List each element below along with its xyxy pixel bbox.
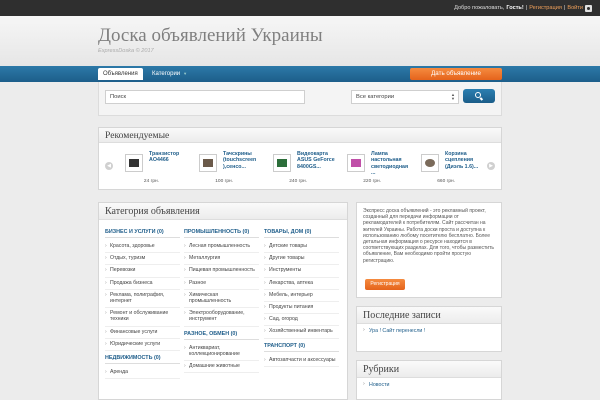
category-link[interactable]: Хозяйственный инвентарь [264,326,339,339]
category-link[interactable]: Металлургия [184,253,259,266]
category-link[interactable]: Юридические услуги [105,339,180,352]
about-text: Экспресс доска объявлений - это рекламны… [363,208,494,264]
item-price: 100 грн. [215,179,233,184]
category-link[interactable]: Лекарства, аптека [264,278,339,290]
categories-panel: Категория объявления БИЗНЕС И УСЛУГИ (0)… [98,202,348,400]
category-link[interactable]: Электрооборудование, инструмент [184,308,259,327]
category-link[interactable]: Другие товары [264,253,339,266]
register-link[interactable]: Регистрация [529,5,562,11]
item-thumbnail[interactable] [273,154,291,172]
category-link[interactable]: Детские товары [264,241,339,254]
item-price: 24 грн. [143,179,159,184]
rss-icon[interactable] [585,4,592,12]
category-column: ПРОМЫШЛЕННОСТЬ (0) Лесная промышленность… [184,229,259,374]
site-header: Доска объявлений Украины ExpressDoska © … [0,16,600,66]
category-link[interactable]: Пищевая промышленность [184,265,259,278]
select-arrows-icon: ▲ ▼ [451,92,455,101]
category-link[interactable]: Перевозки [105,265,180,278]
separator: | [563,5,566,11]
category-link[interactable]: Аренда [105,367,180,380]
category-heading[interactable]: РАЗНОЕ, ОБМЕН (0) [184,331,259,340]
rubrics-title: Рубрики [357,361,501,378]
featured-carousel: Рекомендуемые ◀ ▶ Транзистор AO4466 24 г… [98,127,502,190]
item-thumbnail[interactable] [199,154,217,172]
category-link[interactable]: Красота, здоровье [105,241,180,254]
category-link[interactable]: Продажа бизнеса [105,278,180,290]
login-link[interactable]: Войти [567,5,583,11]
category-link[interactable]: Финансовые услуги [105,327,180,339]
featured-item[interactable]: Тачскрины (touchscreen ),сенсо... 100 гр… [199,151,265,187]
item-thumbnail[interactable] [125,154,143,172]
user-links: Добро пожаловать, Гость! | Регистрация |… [452,3,592,13]
welcome-text: Добро пожаловать, [454,5,505,11]
category-link[interactable]: Отдых, туризм [105,253,180,266]
item-title[interactable]: Корзина сцепления (Диэль 1.6)... [445,151,487,170]
post-ad-button[interactable]: Дать объявление [410,68,502,80]
item-price: 220 грн. [363,179,381,184]
category-select[interactable]: Все категории ▲ ▼ [351,90,459,104]
item-thumbnail[interactable] [421,154,439,172]
category-column: БИЗНЕС И УСЛУГИ (0) Красота, здоровье От… [105,229,180,380]
tab-categories-label: Категории [152,71,181,77]
search-icon [475,92,481,98]
tab-ads[interactable]: Объявления [98,68,143,80]
top-bar: Добро пожаловать, Гость! | Регистрация |… [0,0,600,16]
category-link[interactable]: Ремонт и обслуживание техники [105,308,180,327]
category-link[interactable]: Домашние животные [184,361,259,374]
item-title[interactable]: Тачскрины (touchscreen ),сенсо... [223,151,265,170]
item-title[interactable]: Транзистор AO4466 [149,151,191,164]
category-link[interactable]: Реклама, полиграфия, интернет [105,290,180,309]
rubrics-widget: Рубрики Новости [356,360,502,400]
guest-name: Гость! [506,5,524,11]
category-link[interactable]: Лесная промышленность [184,241,259,254]
featured-item[interactable]: Транзистор AO4466 24 грн. [125,151,191,187]
categories-title: Категория объявления [99,203,347,220]
tab-categories[interactable]: Категории ▼ [147,68,192,80]
featured-item[interactable]: Лампа настольная светодиодная ... 220 гр… [347,151,413,187]
item-price: 660 грн. [437,179,455,184]
register-button[interactable]: Регистрация [365,279,405,290]
category-heading[interactable]: ТОВАРЫ, ДОМ (0) [264,229,339,238]
about-widget: Экспресс доска объявлений - это рекламны… [356,202,502,298]
search-bar: Поиск Все категории ▲ ▼ [98,82,502,116]
carousel-prev-icon[interactable]: ◀ [105,162,113,170]
category-heading[interactable]: ТРАНСПОРТ (0) [264,343,339,352]
recent-posts-widget: Последние записи Ура ! Сайт перенесли ! [356,306,502,352]
item-title[interactable]: Видеокарта ASUS GeForce 8400GS... [297,151,339,170]
rubric-link[interactable]: Новости [357,378,501,391]
category-heading[interactable]: НЕДВИЖИМОСТЬ (0) [105,355,180,365]
category-column: ТОВАРЫ, ДОМ (0) Детские товары Другие то… [264,229,339,367]
featured-item[interactable]: Корзина сцепления (Диэль 1.6)... 660 грн… [421,151,487,187]
item-price: 240 грн. [289,179,307,184]
category-link[interactable]: Антиквариат, коллекционирование [184,343,259,362]
featured-item[interactable]: Видеокарта ASUS GeForce 8400GS... 240 гр… [273,151,339,187]
category-link[interactable]: Инструменты [264,265,339,278]
recent-posts-title: Последние записи [357,307,501,324]
item-title[interactable]: Лампа настольная светодиодная ... [371,151,413,177]
main-nav: Объявления Категории ▼ [0,66,600,82]
category-link[interactable]: Продукты питания [264,302,339,315]
category-link[interactable]: Сад, огород [264,314,339,327]
category-heading[interactable]: ПРОМЫШЛЕННОСТЬ (0) [184,229,259,238]
category-select-value: Все категории [356,94,395,100]
recent-post-link[interactable]: Ура ! Сайт перенесли ! [357,324,501,337]
category-link[interactable]: Мебель, интерьер [264,290,339,303]
site-title[interactable]: Доска объявлений Украины [98,25,323,47]
carousel-next-icon[interactable]: ▶ [487,162,495,170]
category-heading[interactable]: БИЗНЕС И УСЛУГИ (0) [105,229,180,238]
category-link[interactable]: Автозапчасти и аксессуары [264,355,339,367]
category-link[interactable]: Химическая промышленность [184,290,259,309]
search-button[interactable] [463,89,495,103]
item-thumbnail[interactable] [347,154,365,172]
separator: | [525,5,528,11]
chevron-down-icon: ▼ [183,71,188,76]
category-link[interactable]: Разное [184,278,259,290]
site-tagline: ExpressDoska © 2017 [98,48,154,54]
search-input[interactable]: Поиск [105,90,305,104]
featured-title: Рекомендуемые [99,128,501,143]
